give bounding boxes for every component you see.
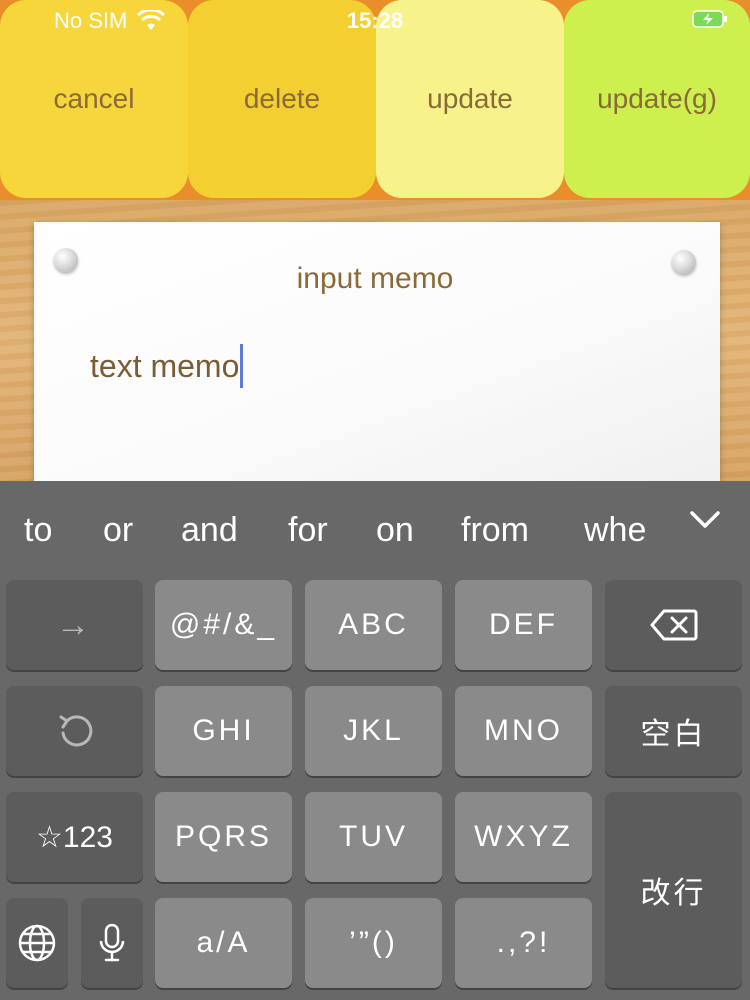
status-bar: No SIM 15:28: [0, 0, 750, 44]
key-symbols[interactable]: @#/&_: [155, 580, 292, 670]
suggestion-item[interactable]: from: [461, 511, 529, 550]
key-tuv[interactable]: TUV: [305, 792, 442, 882]
delete-label: delete: [243, 83, 321, 114]
microphone-icon: [99, 923, 125, 962]
text-caret: [240, 344, 244, 388]
suggestion-bar: to or and for on from whe: [0, 481, 750, 577]
key-ghi[interactable]: GHI: [155, 686, 292, 776]
case-toggle-key[interactable]: a/A: [155, 898, 292, 988]
key-quotes[interactable]: ’”(): [305, 898, 442, 988]
memo-text-input[interactable]: text memo: [90, 344, 244, 388]
memo-text-value: text memo: [90, 347, 240, 384]
suggestion-item[interactable]: on: [376, 511, 414, 550]
microphone-key[interactable]: [81, 898, 143, 988]
key-def[interactable]: DEF: [455, 580, 592, 670]
key-abc[interactable]: ABC: [305, 580, 442, 670]
return-key[interactable]: 改行: [605, 792, 742, 988]
key-punctuation[interactable]: .,?!: [455, 898, 592, 988]
update-label: update: [427, 83, 513, 114]
chevron-down-icon[interactable]: [688, 503, 722, 537]
key-pqrs[interactable]: PQRS: [155, 792, 292, 882]
suggestion-item[interactable]: whe: [584, 511, 664, 550]
key-mno[interactable]: MNO: [455, 686, 592, 776]
update-g-label: update(g): [597, 83, 717, 114]
clock: 15:28: [346, 8, 404, 33]
memo-title: input memo: [296, 262, 454, 295]
globe-key[interactable]: [6, 898, 68, 988]
battery-charging-icon: [692, 10, 727, 28]
cancel-label: cancel: [53, 83, 135, 114]
undo-icon: [59, 715, 92, 747]
number-mode-key[interactable]: ☆123: [6, 792, 143, 882]
arrow-key[interactable]: →: [6, 580, 143, 670]
backspace-key[interactable]: [605, 580, 742, 670]
space-key[interactable]: 空白: [605, 686, 742, 776]
key-wxyz[interactable]: WXYZ: [455, 792, 592, 882]
suggestion-item[interactable]: or: [103, 511, 133, 550]
backspace-icon: [650, 609, 697, 641]
suggestion-item[interactable]: for: [288, 511, 328, 550]
globe-icon: [18, 924, 56, 962]
undo-key[interactable]: [6, 686, 143, 776]
suggestion-item[interactable]: to: [24, 511, 52, 550]
suggestion-item[interactable]: and: [181, 511, 238, 550]
key-jkl[interactable]: JKL: [305, 686, 442, 776]
